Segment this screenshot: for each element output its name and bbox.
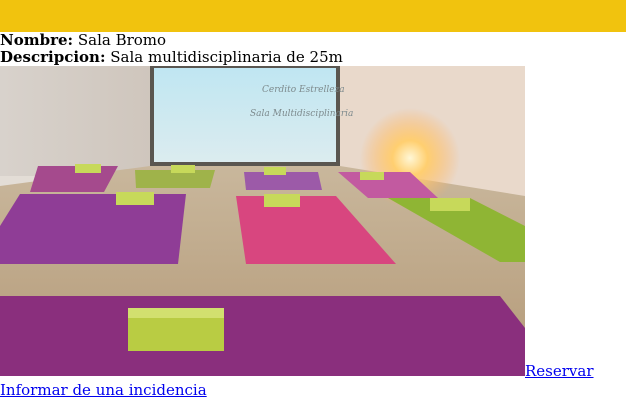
- yoga-block: [75, 164, 101, 173]
- yoga-mat: [0, 296, 525, 376]
- yoga-mat: [0, 194, 186, 264]
- window-text-2: Sala Multidisciplinaria: [250, 109, 353, 119]
- room-name-value: Sala Bromo: [77, 31, 167, 49]
- report-incident-link[interactable]: Informar de una incidencia: [0, 382, 207, 399]
- yoga-block: [264, 167, 286, 175]
- yoga-block: [171, 165, 195, 173]
- room-description-value: Sala multidisciplinaria de 25m: [110, 48, 343, 66]
- yoga-block: [360, 172, 384, 180]
- yoga-room-image: Cerdito Estrelleza Sala Multidisciplinar…: [0, 66, 525, 376]
- yoga-block: [264, 194, 300, 207]
- room-name-label: Nombre:: [0, 31, 74, 49]
- yoga-block-top: [128, 308, 224, 318]
- yoga-mat: [30, 166, 118, 192]
- header-bar: [0, 0, 626, 32]
- room-name-row: Nombre: Sala Bromo: [0, 32, 626, 49]
- room-photo: Cerdito Estrelleza Sala Multidisciplinar…: [0, 66, 525, 376]
- room-photo-row: Cerdito Estrelleza Sala Multidisciplinar…: [0, 66, 626, 380]
- yoga-block: [116, 192, 154, 205]
- room-description-row: Descripcion: Sala multidisciplinaria de …: [0, 49, 626, 66]
- room-description-label: Descripcion:: [0, 48, 106, 66]
- yoga-block: [430, 198, 470, 211]
- window-text-1: Cerdito Estrelleza: [262, 85, 345, 95]
- reserve-link[interactable]: Reservar: [525, 363, 594, 380]
